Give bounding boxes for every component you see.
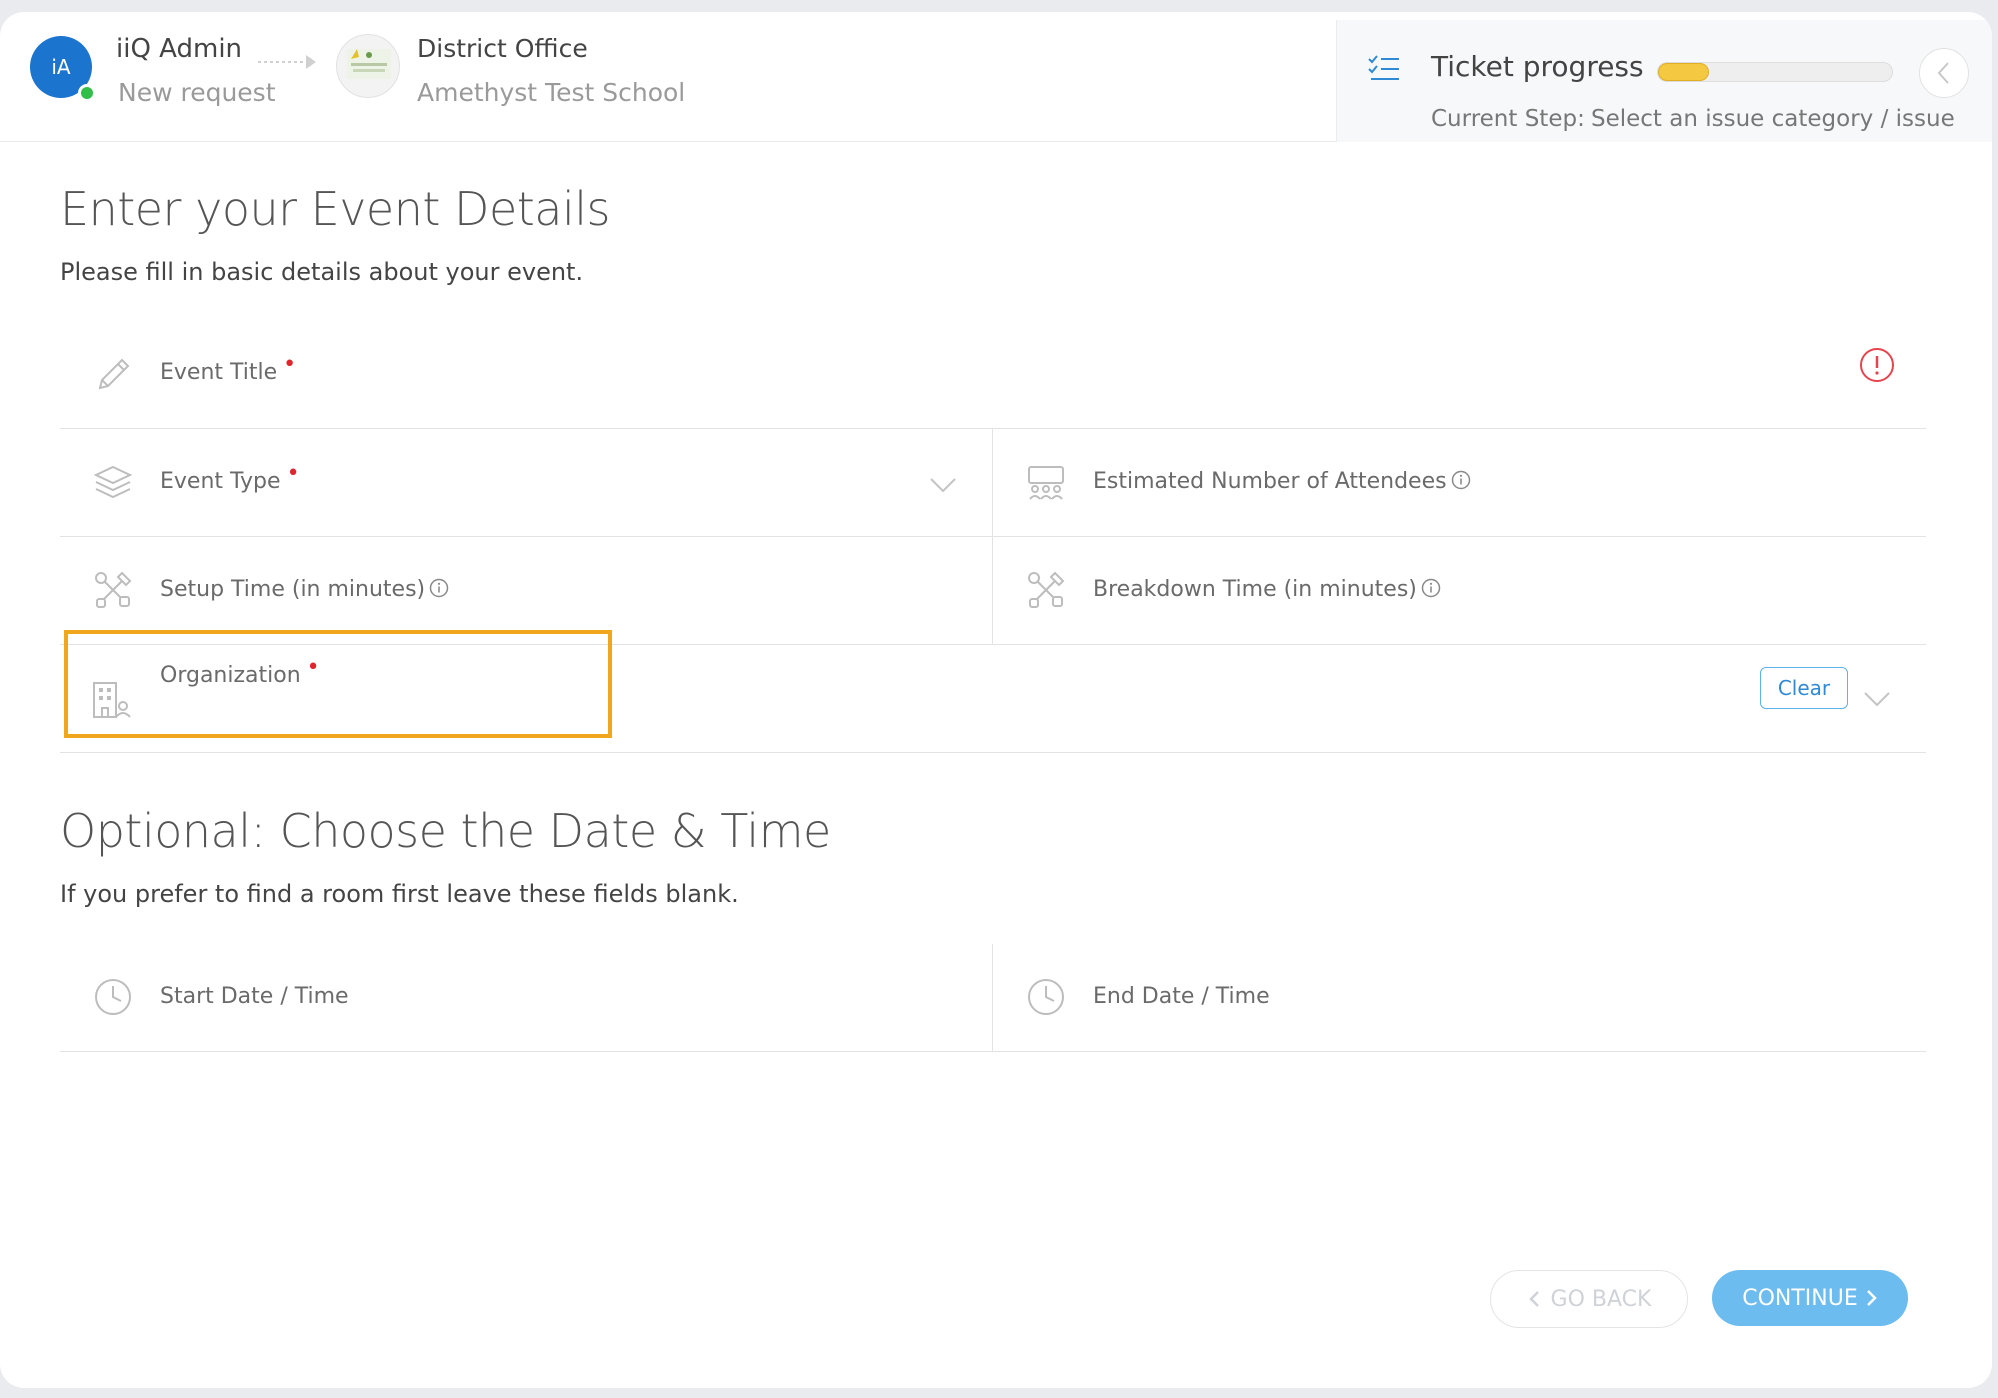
- error-icon: [1860, 348, 1894, 382]
- audience-icon: [1028, 466, 1064, 500]
- setup-time-label: Setup Time (in minutes): [160, 577, 449, 602]
- start-datetime-label: Start Date / Time: [160, 984, 349, 1009]
- breakdown-time-label: Breakdown Time (in minutes): [1093, 577, 1441, 602]
- setup-time-label-text: Setup Time (in minutes): [160, 577, 426, 602]
- tools-icon: [95, 571, 132, 608]
- checklist-icon: [1368, 55, 1399, 80]
- info-icon[interactable]: [1451, 470, 1471, 490]
- avatar-initials: iA: [51, 55, 71, 79]
- end-datetime-field[interactable]: End Date / Time: [993, 944, 1926, 1051]
- tools-icon: [1028, 571, 1065, 608]
- required-marker: •: [283, 352, 297, 377]
- progress-bar-fill: [1658, 63, 1710, 81]
- attendees-label-text: Estimated Number of Attendees: [1093, 469, 1447, 494]
- divider: [60, 752, 1926, 753]
- flow-arrow-icon: [258, 55, 316, 69]
- request-type: New request: [118, 78, 276, 107]
- location-name[interactable]: District Office: [417, 34, 588, 63]
- chevron-down-icon: [930, 478, 956, 493]
- requester-name[interactable]: iiQ Admin: [116, 34, 242, 64]
- required-marker: •: [286, 461, 300, 486]
- layers-icon: [93, 465, 133, 499]
- chevron-right-icon: [1866, 1290, 1877, 1306]
- clock-icon: [1028, 979, 1064, 1015]
- highlight-box: [64, 630, 612, 738]
- pencil-icon: [98, 358, 130, 390]
- progress-title: Ticket progress: [1431, 50, 1644, 83]
- event-details-title: Enter your Event Details: [60, 182, 611, 236]
- attendees-label: Estimated Number of Attendees: [1093, 469, 1471, 494]
- breakdown-time-label-text: Breakdown Time (in minutes): [1093, 577, 1417, 602]
- event-type-label: Event Type •: [160, 461, 300, 494]
- event-title-label: Event Title •: [160, 352, 296, 385]
- start-datetime-field[interactable]: Start Date / Time: [60, 944, 992, 1051]
- clock-icon: [95, 979, 131, 1015]
- continue-label: CONTINUE: [1742, 1285, 1858, 1311]
- event-type-label-text: Event Type: [160, 469, 281, 494]
- chevron-left-icon: [1937, 62, 1949, 84]
- end-datetime-label: End Date / Time: [1093, 984, 1270, 1009]
- date-time-subtitle: If you prefer to find a room first leave…: [60, 880, 739, 908]
- online-status-dot: [78, 84, 96, 102]
- info-icon[interactable]: [429, 578, 449, 598]
- event-title-label-text: Event Title: [160, 360, 278, 385]
- date-time-title: Optional: Choose the Date & Time: [60, 804, 831, 858]
- attendees-field[interactable]: Estimated Number of Attendees: [993, 429, 1926, 536]
- ticket-wizard-card: iA iiQ Admin New request District Office…: [0, 12, 1992, 1388]
- chevron-down-icon: [1864, 692, 1890, 707]
- go-back-label: GO BACK: [1550, 1286, 1652, 1312]
- ticket-progress-panel: Ticket progress Current Step: Select an …: [1336, 20, 1992, 142]
- setup-time-field[interactable]: Setup Time (in minutes): [60, 537, 992, 644]
- collapse-panel-button[interactable]: [1919, 48, 1969, 98]
- continue-button[interactable]: CONTINUE: [1712, 1270, 1908, 1326]
- event-details-subtitle: Please fill in basic details about your …: [60, 258, 584, 286]
- info-icon[interactable]: [1421, 578, 1441, 598]
- progress-bar: [1657, 62, 1893, 82]
- school-name: Amethyst Test School: [417, 78, 686, 107]
- event-title-field[interactable]: Event Title •: [60, 320, 1926, 428]
- wizard-header: iA iiQ Admin New request District Office…: [0, 12, 1992, 142]
- breakdown-time-field[interactable]: Breakdown Time (in minutes): [993, 537, 1926, 644]
- go-back-button[interactable]: GO BACK: [1490, 1270, 1688, 1328]
- current-step-label: Current Step:: [1431, 106, 1585, 132]
- current-step-value: Select an issue category / issue: [1591, 106, 1955, 132]
- school-logo-icon: [336, 34, 400, 98]
- chevron-left-icon: [1528, 1291, 1539, 1307]
- divider: [60, 1051, 1926, 1052]
- event-type-select[interactable]: Event Type •: [60, 429, 992, 536]
- clear-button[interactable]: Clear: [1760, 667, 1848, 709]
